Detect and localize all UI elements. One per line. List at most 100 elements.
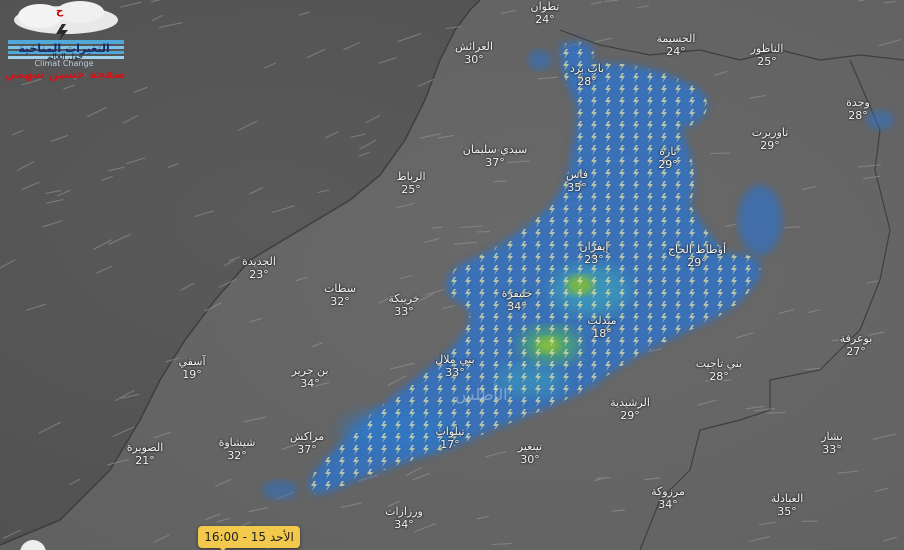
city-label: بني ملال 33°: [435, 353, 475, 379]
city-temperature: 25°: [757, 55, 777, 68]
city-label: الحسيمة 24°: [657, 32, 696, 58]
city-temperature: 33°: [822, 443, 842, 456]
map-base: [0, 0, 904, 550]
city-name: الحسيمة: [656, 32, 696, 45]
city-temperature: 23°: [249, 268, 269, 281]
city-temperature: 34°: [300, 377, 320, 390]
city-name: خنيفرة: [501, 287, 533, 300]
city-name: سطات: [324, 282, 356, 295]
city-name: تاوريرت: [751, 126, 789, 139]
city-temperature: 29°: [658, 158, 678, 171]
time-pointer-icon: [218, 546, 228, 550]
logo-author: صفحة حسين سهمي: [4, 67, 126, 81]
page-logo: ح التغيرات المناخية حول العالم Climat Ch…: [0, 0, 132, 82]
city-temperature: 34°: [658, 498, 678, 511]
city-name: إيفران: [579, 240, 609, 253]
city-label: خريبكة 33°: [388, 292, 419, 318]
city-temperature: 33°: [445, 366, 465, 379]
city-name: خريبكة: [388, 292, 420, 305]
city-label: بشار 33°: [821, 430, 843, 456]
city-label: تاوريرت 29°: [752, 126, 789, 152]
city-temperature: 29°: [620, 409, 640, 422]
city-label: آسفي 19°: [178, 355, 205, 381]
city-name: تازة: [659, 145, 677, 158]
city-name: الناظور: [750, 42, 784, 55]
city-temperature: 19°: [182, 368, 202, 381]
city-name: بوعرفة: [839, 332, 873, 345]
city-temperature: 34°: [394, 518, 414, 531]
city-label: باب برد 28°: [570, 62, 604, 88]
city-temperature: 32°: [330, 295, 350, 308]
city-temperature: 37°: [485, 156, 505, 169]
city-name: آسفي: [178, 355, 206, 368]
city-label: خنيفرة 34°: [502, 287, 533, 313]
city-name: ورزازات: [385, 505, 423, 518]
city-label: الجديدة 23°: [242, 255, 276, 281]
region-label: الأطلس: [455, 385, 508, 404]
city-label: سطات 32°: [324, 282, 356, 308]
city-temperature: 33°: [394, 305, 414, 318]
city-name: العرائش: [455, 40, 493, 53]
time-badge[interactable]: الأحد 15 - 16:00: [198, 526, 300, 548]
city-label: الصويرة 21°: [127, 441, 164, 467]
city-name: وجدة: [846, 96, 870, 109]
city-label: سيدي سليمان 37°: [463, 143, 527, 169]
city-name: سيدي سليمان: [462, 143, 528, 156]
city-label: بن جرير 34°: [292, 364, 329, 390]
city-label: ورزازات 34°: [385, 505, 423, 531]
city-label: العرائش 30°: [455, 40, 493, 66]
city-temperature: 24°: [535, 13, 555, 26]
city-temperature: 32°: [227, 449, 247, 462]
city-name: بن جرير: [291, 364, 329, 377]
city-label: تيلوات 17°: [435, 425, 464, 451]
city-label: العبادلة 35°: [771, 492, 804, 518]
city-temperature: 27°: [846, 345, 866, 358]
city-name: الصويرة: [126, 441, 164, 454]
city-temperature: 29°: [760, 139, 780, 152]
city-label: مراكش 37°: [290, 430, 324, 456]
city-name: العبادلة: [770, 492, 804, 505]
city-name: تيلوات: [435, 425, 465, 438]
city-name: بني ملال: [435, 353, 475, 366]
city-temperature: 21°: [135, 454, 155, 467]
wind-streak: [766, 412, 786, 414]
city-label: أوطاط الحاج 29°: [668, 243, 726, 269]
city-temperature: 28°: [577, 75, 597, 88]
city-name: تينغير: [517, 440, 543, 453]
city-label: تازة 29°: [658, 145, 678, 171]
city-temperature: 29°: [687, 256, 707, 269]
city-temperature: 30°: [464, 53, 484, 66]
city-temperature: 35°: [567, 181, 587, 194]
city-label: تطوان 24°: [531, 0, 560, 26]
city-label: إيفران 23°: [580, 240, 609, 266]
city-name: الجديدة: [242, 255, 276, 268]
city-temperature: 28°: [709, 370, 729, 383]
wind-streak: [709, 152, 731, 155]
city-label: الرباط 25°: [396, 170, 425, 196]
city-name: مراكش: [289, 430, 325, 443]
city-label: ميدلت 18°: [587, 314, 616, 340]
city-name: بني تاجيت: [695, 357, 743, 370]
city-temperature: 23°: [584, 253, 604, 266]
city-name: مرزوكة: [651, 485, 685, 498]
city-name: بشار: [821, 430, 843, 443]
city-label: مرزوكة 34°: [651, 485, 685, 511]
city-label: بوعرفة 27°: [840, 332, 873, 358]
city-temperature: 30°: [520, 453, 540, 466]
city-name: شيشاوة: [218, 436, 256, 449]
city-name: فاس: [565, 168, 589, 181]
city-temperature: 28°: [848, 109, 868, 122]
city-label: الناظور 25°: [751, 42, 784, 68]
city-temperature: 24°: [666, 45, 686, 58]
city-name: تطوان: [530, 0, 560, 13]
city-name: ميدلت: [587, 314, 617, 327]
city-temperature: 17°: [440, 438, 460, 451]
city-temperature: 25°: [401, 183, 421, 196]
city-temperature: 34°: [507, 300, 527, 313]
city-name: أوطاط الحاج: [667, 243, 727, 256]
weather-map[interactable]: ح التغيرات المناخية حول العالم Climat Ch…: [0, 0, 904, 550]
city-temperature: 37°: [297, 443, 317, 456]
city-label: تينغير 30°: [518, 440, 542, 466]
logo-badge: ح: [56, 6, 64, 17]
city-label: شيشاوة 32°: [219, 436, 256, 462]
